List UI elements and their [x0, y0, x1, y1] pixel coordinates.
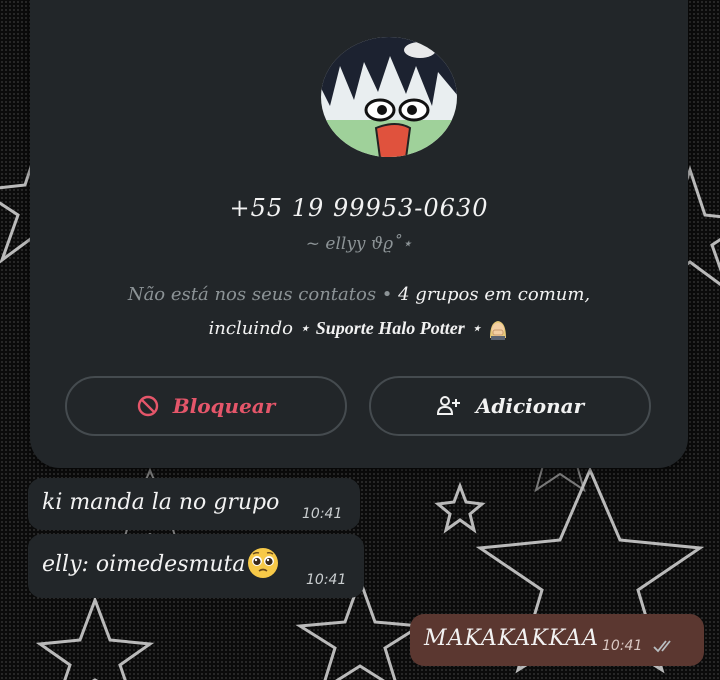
- message-text: MAKAKAKKAA: [424, 626, 600, 651]
- group-suffix-text: ⋆: [464, 318, 482, 339]
- message-bubble-outgoing[interactable]: MAKAKAKKAA 10:41: [410, 614, 704, 666]
- block-icon: [137, 395, 158, 417]
- pleading-face-emoji-icon: [248, 548, 278, 578]
- including-text: incluindo ⋆: [208, 318, 316, 339]
- contact-status-line: Não está nos seus contatos • 4 grupos em…: [30, 284, 688, 305]
- message-time: 10:41: [302, 506, 343, 522]
- message-time: 10:41: [602, 638, 643, 654]
- contact-phone-number: +55 19 99953-0630: [229, 194, 489, 222]
- contact-nickname: ~ ellyy ϑϱ˚⋆: [305, 234, 413, 254]
- common-group-line: incluindo ⋆ Suporte Halo Potter ⋆: [30, 318, 688, 340]
- woman-facepalm-emoji-icon: [490, 321, 507, 340]
- contact-info-card: +55 19 99953-0630 ~ ellyy ϑϱ˚⋆ Não está …: [30, 0, 688, 468]
- add-contact-button[interactable]: Adicionar: [369, 376, 651, 436]
- message-text: ki manda la no grupo: [42, 490, 280, 515]
- common-group-name[interactable]: Suporte Halo Potter: [316, 318, 465, 338]
- message-text: elly: oimedesmuta: [42, 552, 246, 577]
- add-person-icon: [436, 396, 460, 415]
- add-contact-button-label: Adicionar: [475, 394, 585, 418]
- message-bubble-incoming[interactable]: ki manda la no grupo 10:41: [28, 478, 360, 530]
- block-button[interactable]: Bloquear: [65, 376, 347, 436]
- block-button-label: Bloquear: [172, 394, 276, 418]
- not-in-contacts-text: Não está nos seus contatos •: [127, 284, 399, 305]
- groups-in-common-text[interactable]: 4 grupos em comum,: [398, 284, 590, 305]
- message-time: 10:41: [306, 572, 347, 588]
- message-bubble-incoming[interactable]: elly: oimedesmuta 10:41: [28, 534, 364, 598]
- contact-avatar[interactable]: [320, 36, 458, 158]
- double-check-read-icon: [653, 640, 671, 653]
